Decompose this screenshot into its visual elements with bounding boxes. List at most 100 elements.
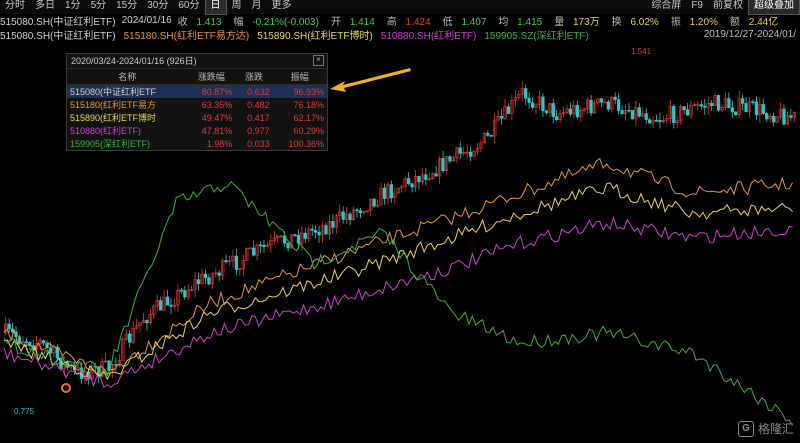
stats-name: 515080(中证红利ETF: [67, 84, 188, 98]
legend-item-515080: 515080.SH(中证红利ETF): [0, 31, 116, 42]
stats-pct: 49.47%: [201, 112, 233, 123]
period-tab-10[interactable]: 更多: [267, 0, 297, 13]
candle: [372, 198, 376, 207]
stats-pct: 80.87%: [187, 84, 236, 98]
stats-row[interactable]: 515080(中证红利ETF 80.87% 0.632 96.93%: [67, 84, 327, 98]
candle: [417, 176, 421, 183]
candle: [234, 255, 239, 270]
candle: [310, 228, 314, 231]
candle: [207, 277, 211, 285]
stats-amp: 96.93%: [272, 84, 327, 98]
candle: [568, 108, 573, 115]
stats-table: 名称 涨跌幅 涨跌 振幅 515080(中证红利ETF 80.87% 0.632 96.93…: [67, 69, 327, 150]
candle: [730, 107, 734, 113]
candle: [24, 341, 29, 344]
candle: [761, 104, 765, 114]
candle: [613, 96, 617, 100]
candle: [771, 115, 776, 123]
candle: [527, 97, 531, 104]
candle: [324, 225, 328, 235]
period-tab-9[interactable]: 月: [247, 0, 267, 13]
overlay-line-2: [3, 215, 793, 389]
candle: [410, 183, 414, 188]
candle: [754, 101, 759, 116]
candle: [406, 178, 411, 184]
candle: [159, 300, 163, 311]
toolbar-right-button-0[interactable]: 综合屏: [646, 0, 686, 13]
period-toolbar: 分时 多日 1分 5分 15分 30分 60分日周月更多 综合屏 F9 前复权 超级叠加: [0, 0, 800, 15]
low-price-mark: 0.775: [14, 407, 35, 416]
candle: [727, 98, 731, 109]
popup-title: 2020/03/24-2024/01/16 (926日): [71, 56, 197, 66]
candle: [196, 279, 201, 284]
candle: [317, 231, 321, 236]
candle: [314, 230, 318, 233]
period-tab-2[interactable]: 1分: [60, 0, 86, 13]
candle: [544, 110, 548, 114]
candle: [530, 102, 535, 108]
legend-item-510880: 510880.SH(红利ETF): [380, 31, 477, 42]
stats-column-header[interactable]: 涨跌幅: [187, 69, 236, 85]
turnover-label: 换: [611, 17, 622, 28]
candle: [458, 147, 462, 154]
period-tab-5[interactable]: 30分: [142, 0, 173, 13]
stats-amp: 100.36%: [288, 138, 324, 149]
candle: [789, 115, 793, 118]
candle: [217, 272, 221, 276]
candle: [551, 103, 555, 117]
stats-chg: 0.033: [247, 138, 270, 149]
watermark: G 格隆汇: [737, 420, 794, 437]
candle: [589, 99, 593, 114]
candle: [355, 209, 359, 212]
candle: [606, 101, 610, 110]
stats-name: 159905(深红利ETF): [70, 139, 151, 149]
stats-column-header[interactable]: 名称: [67, 69, 188, 85]
candle: [620, 110, 624, 114]
candle: [203, 273, 208, 279]
candle: [262, 244, 266, 247]
overlay-line-1: [3, 182, 793, 381]
stats-row[interactable]: 515890(红利ETF博时 49.47% 0.417 62.17%: [67, 111, 327, 124]
stats-row[interactable]: 159905(深红利ETF) 1.98% 0.033 100.36%: [67, 137, 327, 150]
candle: [782, 108, 786, 125]
period-tab-8[interactable]: 周: [227, 0, 247, 13]
stats-column-header[interactable]: 振幅: [272, 69, 327, 85]
candle: [751, 101, 755, 104]
candle: [341, 211, 345, 220]
stats-header-row: 名称 涨跌幅 涨跌 振幅: [67, 69, 327, 85]
candle: [699, 104, 703, 107]
candle: [524, 88, 528, 99]
candle: [541, 96, 545, 111]
candle: [658, 120, 662, 123]
stats-name: 515890(红利ETF博时: [70, 113, 157, 123]
close-icon[interactable]: ×: [313, 55, 324, 66]
period-tab-3[interactable]: 5分: [86, 0, 112, 13]
amount-value: 2.44亿: [748, 17, 779, 28]
stats-chg: 0.632: [235, 84, 273, 98]
candle: [644, 113, 648, 120]
period-tab-0[interactable]: 分时: [0, 0, 30, 13]
candle: [358, 210, 363, 214]
stats-row[interactable]: 510880(红利ETF) 47.81% 0.977 60.29%: [67, 124, 327, 137]
candle: [648, 119, 652, 124]
period-tab-1[interactable]: 多日: [30, 0, 60, 13]
range-stats-popup: 2020/03/24-2024/01/16 (926日) × 名称 涨跌幅 涨跌 振幅…: [66, 53, 328, 151]
stats-column-header[interactable]: 涨跌: [235, 69, 273, 85]
candle: [286, 242, 290, 249]
quote-info-bar: 515080.SH(中证红利ETF) 2024/01/16 收 1.413 幅 …: [0, 14, 800, 28]
stats-row[interactable]: 515180(红利ETF易方 63.35% 0.482 76.18%: [67, 98, 327, 111]
toolbar-right-button-2[interactable]: 前复权: [708, 0, 748, 13]
candle: [434, 173, 438, 177]
amplitude-label: 振: [670, 17, 681, 28]
start-point-marker: [61, 383, 71, 393]
stats-amp: 76.18%: [293, 99, 324, 110]
candle: [627, 109, 631, 112]
stats-amp: 62.17%: [293, 112, 324, 123]
candle: [448, 156, 452, 162]
candle: [303, 232, 307, 239]
period-tab-6[interactable]: 60分: [173, 0, 204, 13]
toolbar-right-button-1[interactable]: F9: [686, 0, 708, 13]
candle: [258, 244, 263, 247]
period-tab-4[interactable]: 15分: [111, 0, 142, 13]
candle: [499, 115, 504, 119]
